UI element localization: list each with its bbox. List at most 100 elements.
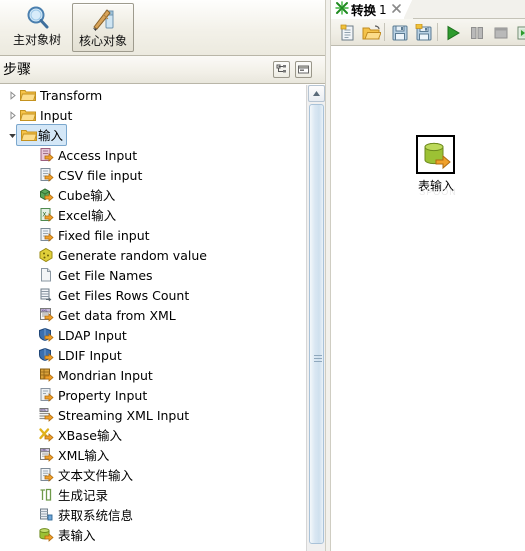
tree-item-label: Cube输入 [58, 187, 116, 203]
editor-tabstrip: 转换 1 [331, 0, 525, 19]
tree-item-content: Input [19, 105, 75, 125]
tree-item-step[interactable]: Fixed file input [0, 225, 305, 245]
steps-panel-header: 步骤 [0, 56, 325, 84]
tree-item-content: 获取系统信息 [37, 505, 136, 525]
tree-item-folder[interactable]: 输入 [0, 124, 305, 146]
scroll-up-arrow-icon[interactable] [308, 85, 325, 102]
tab-transformation-1[interactable]: 转换 1 [331, 0, 413, 19]
tree-item-content: 生成记录 [37, 485, 111, 505]
tree-item-step[interactable]: Property Input [0, 385, 305, 405]
tree-item-step[interactable]: CSV file input [0, 165, 305, 185]
new-button[interactable] [337, 22, 358, 43]
tree-item-label: Streaming XML Input [58, 407, 190, 423]
tree-item-step[interactable]: XML Get data from XML [0, 305, 305, 325]
magnifier-icon [23, 3, 51, 33]
view-button-core-objects[interactable]: 核心对象 [72, 3, 134, 52]
csv-file-input-icon [37, 165, 55, 185]
tree-item-label: Transform [40, 87, 103, 103]
tree-item-label: Get File Names [58, 267, 153, 283]
tree-item-content: Generate random value [37, 245, 210, 265]
tree-item-label: XBase输入 [58, 427, 123, 443]
svg-text:XML: XML [41, 408, 47, 412]
open-button[interactable] [361, 22, 382, 43]
canvas-watermark: SPOON [419, 187, 457, 197]
tree-item-step[interactable]: 获取系统信息 [0, 505, 305, 525]
tree-item-label: Mondrian Input [58, 367, 153, 383]
stop-button[interactable] [490, 22, 511, 43]
tab-number: 1 [379, 2, 387, 17]
tree-item-content: Transform [19, 85, 105, 105]
tree-item-folder[interactable]: Input [0, 105, 305, 125]
dice-icon [37, 245, 55, 265]
tree-item-label: 文本文件输入 [58, 467, 134, 483]
svg-text:XML: XML [41, 308, 48, 312]
view-button-label: 核心对象 [78, 34, 127, 48]
tree-item-label: Excel输入 [58, 207, 117, 223]
twisty-collapsed-icon[interactable] [6, 105, 19, 125]
tree-item-content: Property Input [37, 385, 150, 405]
tree-item-label: Get data from XML [58, 307, 176, 323]
pause-button[interactable] [466, 22, 487, 43]
tree-item-step[interactable]: X Excel输入 [0, 205, 305, 225]
tree-item-step[interactable]: Cube输入 [0, 185, 305, 205]
tree-item-step[interactable]: XML Streaming XML Input [0, 405, 305, 425]
transformation-canvas[interactable]: 表输入 SPOON [331, 46, 525, 551]
excel-input-icon: X [37, 205, 55, 225]
steps-tree-list: Transform Input 输入 Access Input CSV file inp… [0, 85, 305, 545]
tree-item-content: XML XML输入 [37, 445, 112, 465]
tree-item-content: Access Input [37, 145, 140, 165]
perspective-toolbar: 主对象树 核心对象 [0, 0, 325, 56]
preview-button[interactable] [514, 22, 525, 43]
tree-item-content: Cube输入 [37, 185, 118, 205]
editor-pane: 转换 1 表输入 SPOON [331, 0, 525, 551]
tree-item-content: CSV file input [37, 165, 145, 185]
transformation-icon [335, 1, 349, 18]
twisty-collapsed-icon[interactable] [6, 85, 19, 105]
tree-item-content: 输入 [16, 124, 68, 146]
tree-item-content: XBase输入 [37, 425, 125, 445]
canvas-step-table-input[interactable] [416, 135, 455, 174]
minimize-panel-icon[interactable] [295, 61, 312, 78]
collapse-all-icon[interactable] [273, 61, 290, 78]
tree-item-folder[interactable]: Transform [0, 85, 305, 105]
tree-item-label: CSV file input [58, 167, 143, 183]
save-as-button[interactable] [413, 22, 434, 43]
xbase-input-icon [37, 425, 55, 445]
tree-item-step[interactable]: LDAP Input [0, 325, 305, 345]
tree-item-step[interactable]: Access Input [0, 145, 305, 165]
tree-item-step[interactable]: LDIF Input [0, 345, 305, 365]
left-pane: 主对象树 核心对象 步骤 Transform Input 输入 Access I… [0, 0, 325, 551]
tree-item-step[interactable]: Mondrian Input [0, 365, 305, 385]
tree-item-content: LDAP Input [37, 325, 130, 345]
tree-item-step[interactable]: Get File Names [0, 265, 305, 285]
tree-item-content: XML Streaming XML Input [37, 405, 192, 425]
table-input-icon [424, 142, 451, 169]
tree-item-step[interactable]: 生成记录 [0, 485, 305, 505]
save-button[interactable] [389, 22, 410, 43]
tree-item-label: 输入 [38, 127, 64, 143]
steps-vertical-scrollbar[interactable] [306, 85, 325, 551]
panel-title: 步骤 [3, 62, 31, 78]
spoon-window: 主对象树 核心对象 步骤 Transform Input 输入 Access I… [0, 0, 525, 551]
rows-count-icon [37, 285, 55, 305]
tree-item-step[interactable]: XBase输入 [0, 425, 305, 445]
close-icon[interactable] [391, 3, 402, 17]
tree-item-step[interactable]: Generate random value [0, 245, 305, 265]
tree-item-label: Generate random value [58, 247, 207, 263]
tree-item-step[interactable]: 表输入 [0, 525, 305, 545]
scrollbar-grip-icon [314, 355, 322, 362]
tree-item-label: XML输入 [58, 447, 110, 463]
view-button-main-object-tree[interactable]: 主对象树 [6, 3, 68, 52]
ldap-input-icon [37, 325, 55, 345]
tree-item-step[interactable]: 文本文件输入 [0, 465, 305, 485]
tree-item-step[interactable]: Get Files Rows Count [0, 285, 305, 305]
tree-item-content: XML Get data from XML [37, 305, 179, 325]
tree-item-content: 文本文件输入 [37, 465, 136, 485]
tree-item-step[interactable]: XML XML输入 [0, 445, 305, 465]
steps-tree[interactable]: Transform Input 输入 Access Input CSV file inp… [0, 85, 325, 551]
transformation-toolbar [331, 19, 525, 46]
tree-item-content: LDIF Input [37, 345, 125, 365]
paintbrush-icon [89, 4, 117, 34]
scrollbar-thumb[interactable] [309, 104, 324, 544]
run-button[interactable] [442, 22, 463, 43]
